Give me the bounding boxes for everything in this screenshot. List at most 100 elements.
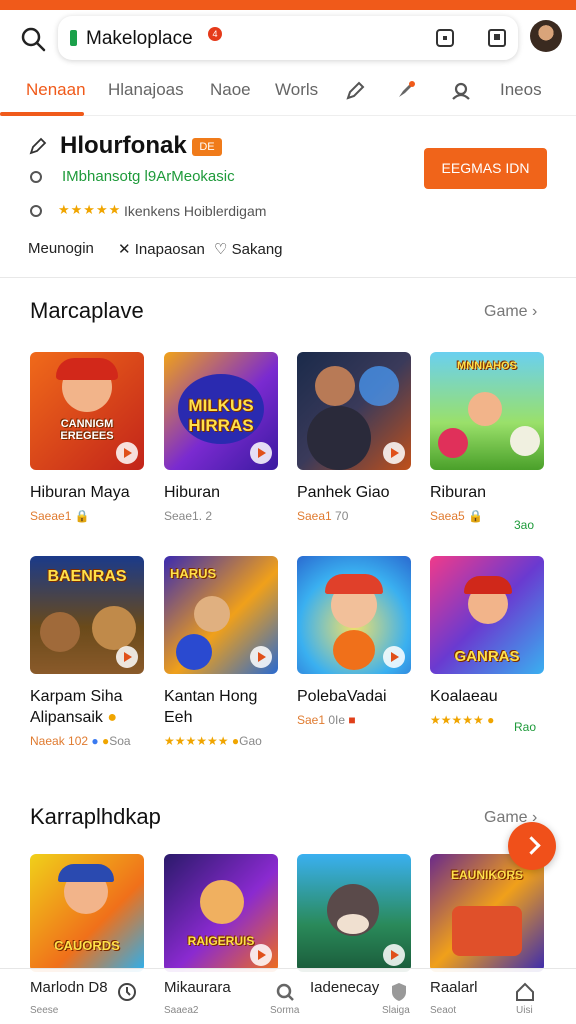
game-tag: 3ao bbox=[514, 518, 535, 532]
game-card[interactable]: HARUS Kantan Hong Eeh ★★★★★★ ●Gao bbox=[164, 556, 280, 748]
action-inapaosan[interactable]: ✕ Inapaosan bbox=[118, 240, 205, 258]
bottom-nav-sub: Sorma bbox=[270, 1005, 300, 1016]
coin-icon: ● bbox=[107, 709, 118, 726]
bottom-nav-item[interactable]: Mikaurara bbox=[164, 979, 231, 996]
play-icon bbox=[383, 944, 405, 966]
game-card[interactable]: MNNIAHOS Riburan Saea5 🔒 3ao bbox=[430, 352, 546, 532]
clock-icon[interactable] bbox=[116, 981, 138, 1003]
tab-home[interactable]: Nenaan bbox=[26, 80, 86, 100]
close-icon: ✕ bbox=[118, 241, 131, 258]
chevron-right-icon: › bbox=[532, 303, 538, 320]
thumbnail-text: BAENRAS bbox=[47, 568, 127, 585]
tabs-icon[interactable] bbox=[436, 29, 454, 47]
action-label: Sakang bbox=[231, 241, 283, 258]
game-card[interactable]: EAUNIKORS bbox=[430, 854, 546, 972]
rating-stars: ★★★★★★ bbox=[164, 734, 229, 748]
title-line: Karpam Siha bbox=[30, 688, 123, 705]
thumbnail-text: HARUS bbox=[170, 566, 217, 581]
group-icon: ● bbox=[91, 734, 99, 748]
game-title: Hiburan Maya bbox=[30, 484, 130, 501]
game-meta: ★★★★★★ ●Gao bbox=[164, 734, 280, 748]
thumbnail-text: EAUNIKORS bbox=[450, 868, 523, 882]
play-icon bbox=[383, 442, 405, 464]
title-line: Eeh bbox=[164, 709, 193, 726]
game-meta: Sae1 0Ie ■ bbox=[297, 713, 413, 727]
rating-stars: ★★★★★ bbox=[58, 202, 122, 217]
url-bar[interactable]: Makeloplace 4 bbox=[58, 16, 518, 60]
heart-icon: ♡ bbox=[214, 241, 228, 258]
rating-stars: ★★★★★ bbox=[430, 713, 484, 727]
browser-bar: Makeloplace 4 bbox=[0, 10, 576, 66]
game-thumbnail: EAUNIKORS bbox=[430, 854, 544, 972]
bottom-nav: Marlodn D8 Seese Mikaurara Saaea2 Sorma … bbox=[0, 968, 576, 1024]
game-meta: Naeak 102 ● ●Soa bbox=[30, 734, 146, 748]
edit-icon[interactable] bbox=[28, 136, 48, 156]
meta-value: Sae1 bbox=[297, 713, 326, 727]
meta-value: Naeak 102 bbox=[30, 734, 89, 748]
game-card[interactable]: PolebaVadai Sae1 0Ie ■ bbox=[297, 556, 413, 727]
lock-icon: 🔒 bbox=[468, 509, 483, 523]
pencil-icon[interactable] bbox=[344, 80, 366, 102]
play-icon bbox=[250, 944, 272, 966]
tab-bar: Nenaan Hlanajoas Naoe Worls Ineos bbox=[0, 68, 576, 116]
secure-icon bbox=[70, 30, 77, 46]
bottom-nav-item[interactable]: Iadenecay bbox=[310, 979, 379, 996]
profile-header: Hlourfonak DE IMbhansotg l9ArMeokasic ★★… bbox=[0, 118, 576, 278]
thumbnail-text: MILKUS HIRRAS bbox=[188, 396, 254, 435]
game-thumbnail bbox=[297, 556, 411, 674]
play-icon bbox=[116, 442, 138, 464]
game-card[interactable]: GANRAS Koalaeau ★★★★★ ● Rao bbox=[430, 556, 546, 734]
game-card[interactable]: MILKUS HIRRAS Hiburan Seae1. 2 bbox=[164, 352, 280, 523]
cta-button[interactable]: EEGMAS IDN bbox=[424, 148, 547, 189]
action-meunogin[interactable]: Meunogin bbox=[28, 240, 94, 257]
section-more-link[interactable]: Game › bbox=[484, 303, 537, 321]
tab-naoe[interactable]: Naoe bbox=[210, 80, 251, 100]
play-icon bbox=[383, 646, 405, 668]
game-title: Hiburan bbox=[164, 484, 221, 501]
profile-badge: DE bbox=[192, 138, 222, 156]
section-title: Marcaplave bbox=[30, 298, 144, 323]
game-meta: Seae1. 2 bbox=[164, 509, 280, 523]
bottom-nav-item[interactable]: Raalarl bbox=[430, 979, 478, 996]
home-icon[interactable] bbox=[514, 981, 536, 1003]
bookmark-icon[interactable] bbox=[488, 29, 506, 47]
action-label: Inapaosan bbox=[134, 241, 205, 258]
tab-hlanajoas[interactable]: Hlanajoas bbox=[108, 80, 184, 100]
play-icon bbox=[250, 646, 272, 668]
game-card[interactable]: BAENRAS Karpam Siha Alipansaik ● Naeak 10… bbox=[30, 556, 146, 748]
meta-value: 70 bbox=[335, 509, 349, 523]
lock-icon: 🔒 bbox=[74, 509, 90, 523]
game-card[interactable] bbox=[297, 854, 413, 972]
game-card[interactable]: CANNIGM EREGEES Hiburan Maya Saeae1 🔒 bbox=[30, 352, 146, 523]
thumbnail-text: CAUORDS bbox=[54, 938, 120, 953]
bottom-nav-sub: Saaea2 bbox=[164, 1005, 199, 1016]
game-tag: Rao bbox=[514, 720, 537, 734]
game-card[interactable]: Panhek Giao Saea1 70 bbox=[297, 352, 413, 523]
tab-ineos[interactable]: Ineos bbox=[500, 80, 542, 100]
bottom-nav-sub: Seaot bbox=[430, 1005, 457, 1016]
search-icon[interactable] bbox=[18, 24, 48, 54]
game-card[interactable]: CAUORDS bbox=[30, 854, 146, 972]
shield-icon[interactable] bbox=[388, 981, 410, 1003]
rocket-icon[interactable] bbox=[394, 80, 416, 102]
bottom-nav-sub: Seese bbox=[30, 1005, 59, 1016]
meta-value: Saeae1 bbox=[30, 509, 72, 523]
top-accent-bar bbox=[0, 0, 576, 10]
profile-tab-icon[interactable] bbox=[450, 80, 472, 102]
bottom-nav-item[interactable]: Marlodn D8 bbox=[30, 979, 108, 996]
avatar[interactable] bbox=[530, 20, 562, 52]
notification-badge: 4 bbox=[208, 27, 222, 41]
profile-name: Hlourfonak bbox=[60, 132, 187, 159]
game-thumbnail: GANRAS bbox=[430, 556, 544, 674]
meta-value: Seae1. 2 bbox=[164, 509, 213, 523]
game-card[interactable]: RAIGERUIS bbox=[164, 854, 280, 972]
thumbnail-text: MNNIAHOS bbox=[457, 360, 517, 372]
game-thumbnail: CANNIGM EREGEES bbox=[30, 352, 144, 470]
meta-value: Saea1 bbox=[297, 509, 332, 523]
action-sakang[interactable]: ♡ Sakang bbox=[214, 240, 283, 258]
game-thumbnail: MNNIAHOS bbox=[430, 352, 544, 470]
tab-worls[interactable]: Worls bbox=[275, 80, 318, 100]
thumbnail-text: CANNIGM EREGEES bbox=[60, 418, 114, 442]
search-icon[interactable] bbox=[274, 981, 296, 1003]
scroll-next-button[interactable] bbox=[508, 822, 556, 870]
